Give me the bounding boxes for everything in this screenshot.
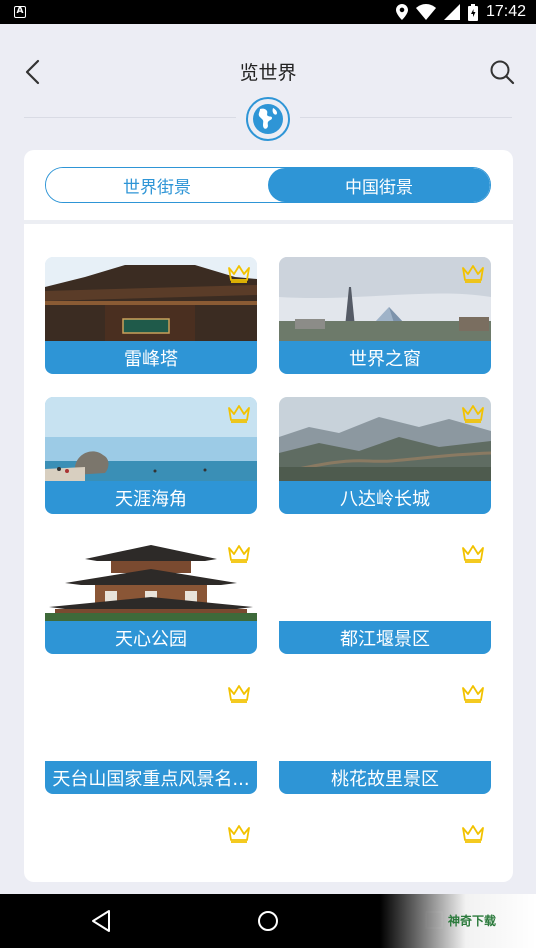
place-photo-placeholder bbox=[279, 677, 491, 761]
crown-icon bbox=[228, 265, 250, 283]
place-tile-loading[interactable] bbox=[279, 817, 491, 877]
place-name: 八达岭长城 bbox=[279, 481, 491, 514]
crown-icon bbox=[462, 825, 484, 843]
place-tile-tianya-haijiao[interactable]: 天涯海角 bbox=[45, 397, 257, 514]
place-name: 桃花故里景区 bbox=[279, 761, 491, 794]
status-bar: A 17:42 bbox=[0, 0, 536, 24]
header-divider-right bbox=[300, 117, 512, 118]
great-wall-photo bbox=[279, 397, 491, 481]
crown-icon bbox=[228, 825, 250, 843]
crown-icon bbox=[462, 545, 484, 563]
location-icon bbox=[395, 4, 408, 20]
place-tile-badaling-great-wall[interactable]: 八达岭长城 bbox=[279, 397, 491, 514]
tab-china-street-view[interactable]: 中国街景 bbox=[268, 168, 490, 202]
wifi-icon bbox=[415, 4, 436, 20]
crown-icon bbox=[228, 685, 250, 703]
crown-icon bbox=[462, 405, 484, 423]
eiffel-pyramid-photo bbox=[279, 257, 491, 341]
place-tile-window-of-the-world[interactable]: 世界之窗 bbox=[279, 257, 491, 374]
place-tile-taohua-guli[interactable]: 桃花故里景区 bbox=[279, 677, 491, 794]
place-tile-loading[interactable] bbox=[45, 817, 257, 877]
status-icons: 17:42 bbox=[395, 3, 526, 21]
content-card: 世界街景 中国街景 雷峰塔 世界之窗 天涯海角 八达岭长城 天心公园 都江堰景区… bbox=[24, 150, 513, 882]
place-photo-placeholder bbox=[45, 677, 257, 761]
place-tile-tianxin-park[interactable]: 天心公园 bbox=[45, 537, 257, 654]
place-tile-dujiangyan[interactable]: 都江堰景区 bbox=[279, 537, 491, 654]
search-button[interactable] bbox=[488, 58, 516, 86]
street-view-tabs: 世界街景 中国街景 bbox=[45, 167, 491, 203]
nav-back-icon[interactable] bbox=[90, 909, 112, 933]
place-tile-leifeng-pagoda[interactable]: 雷峰塔 bbox=[45, 257, 257, 374]
nav-home-icon[interactable] bbox=[256, 909, 280, 933]
search-icon bbox=[490, 60, 515, 85]
place-name: 天心公园 bbox=[45, 621, 257, 654]
crown-icon bbox=[462, 685, 484, 703]
battery-icon bbox=[467, 3, 478, 21]
watermark-text: 神奇下载 bbox=[448, 914, 497, 928]
app-notification-icon: A bbox=[14, 6, 26, 18]
page-title: 览世界 bbox=[239, 62, 297, 84]
place-name: 都江堰景区 bbox=[279, 621, 491, 654]
place-name: 世界之窗 bbox=[279, 341, 491, 374]
beach-photo bbox=[45, 397, 257, 481]
tab-world-street-view[interactable]: 世界街景 bbox=[46, 168, 268, 202]
card-divider bbox=[24, 220, 513, 224]
status-time: 17:42 bbox=[485, 3, 526, 20]
crown-icon bbox=[228, 405, 250, 423]
place-photo-placeholder bbox=[279, 537, 491, 621]
signal-icon bbox=[443, 4, 460, 20]
place-tile-tiantai-mountain[interactable]: 天台山国家重点风景名... bbox=[45, 677, 257, 794]
globe-icon bbox=[246, 97, 290, 141]
crown-icon bbox=[462, 265, 484, 283]
pagoda-photo bbox=[45, 257, 257, 341]
pavilion-photo bbox=[45, 537, 257, 621]
place-name: 天涯海角 bbox=[45, 481, 257, 514]
place-name: 雷峰塔 bbox=[45, 341, 257, 374]
crown-icon bbox=[228, 545, 250, 563]
place-name: 天台山国家重点风景名... bbox=[45, 761, 257, 794]
header-divider-left bbox=[24, 117, 236, 118]
